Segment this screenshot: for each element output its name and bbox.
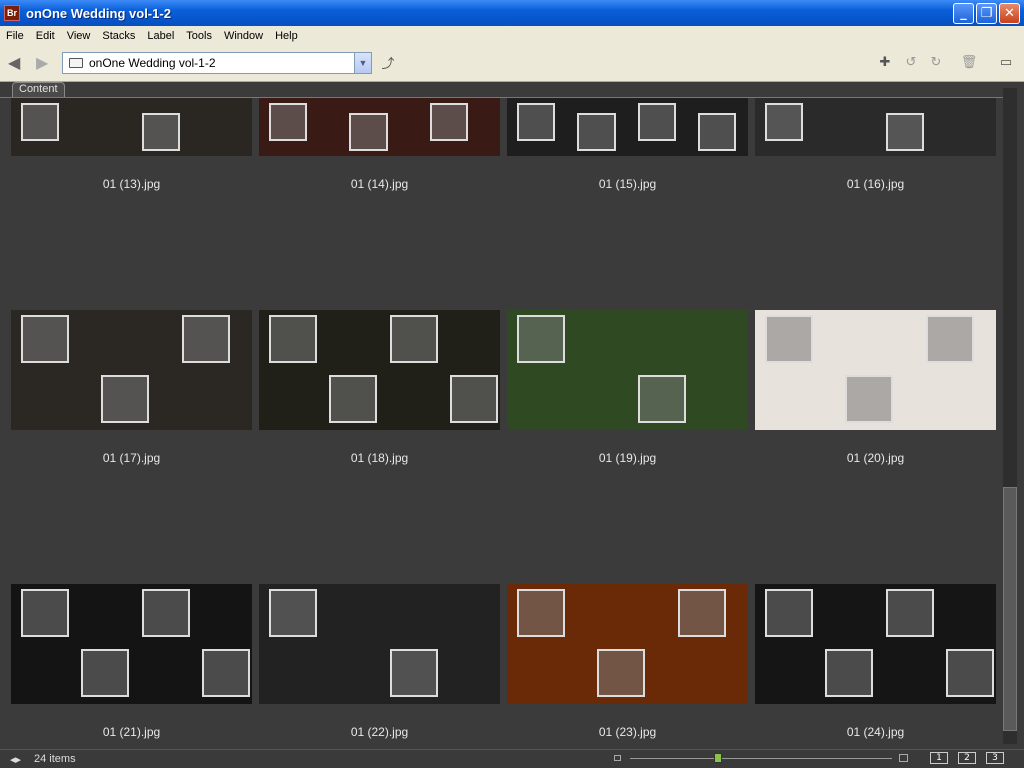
trash-icon[interactable]: 🗑	[960, 53, 978, 71]
photo-frame	[81, 649, 130, 697]
folder-icon	[69, 58, 83, 68]
photo-frame	[269, 315, 317, 363]
menu-view[interactable]: View	[61, 30, 97, 42]
thumbnail-image[interactable]	[259, 584, 500, 704]
compact-mode-icon[interactable]: ▭	[997, 53, 1015, 71]
item-count: 24 items	[34, 753, 76, 765]
thumbnail-caption: 01 (18).jpg	[350, 451, 409, 465]
menu-stacks[interactable]: Stacks	[96, 30, 141, 42]
small-thumb-icon[interactable]	[614, 755, 621, 761]
back-arrow-icon[interactable]: ◀	[8, 53, 20, 72]
photo-frame	[449, 375, 498, 423]
thumbnail-caption: 01 (14).jpg	[350, 177, 409, 191]
photo-frame	[349, 113, 388, 152]
photo-frame	[697, 113, 737, 152]
menu-edit[interactable]: Edit	[30, 30, 61, 42]
thumbnail-caption: 01 (17).jpg	[102, 451, 161, 465]
thumbnail-caption: 01 (24).jpg	[846, 725, 905, 739]
photo-frame	[637, 375, 686, 423]
thumbnail-caption: 01 (15).jpg	[598, 177, 657, 191]
chevron-down-icon[interactable]: ▼	[354, 53, 371, 73]
photo-frame	[517, 103, 556, 142]
menu-bar: File Edit View Stacks Label Tools Window…	[0, 26, 1024, 45]
thumbnail-image[interactable]	[507, 98, 748, 156]
go-up-folder-icon[interactable]: ⤴	[379, 53, 397, 72]
menu-tools[interactable]: Tools	[180, 30, 218, 42]
view-button-1[interactable]: 1	[930, 752, 948, 764]
thumbnail-image[interactable]	[11, 98, 252, 156]
photo-frame	[389, 649, 438, 697]
menu-file[interactable]: File	[0, 30, 30, 42]
photo-frame	[429, 103, 469, 142]
thumbnail-image[interactable]	[507, 310, 748, 430]
window-title: onOne Wedding vol-1-2	[26, 5, 171, 21]
menu-window[interactable]: Window	[218, 30, 269, 42]
thumbnail-caption: 01 (19).jpg	[598, 451, 657, 465]
photo-frame	[765, 589, 813, 637]
scrollbar-thumb[interactable]	[1003, 487, 1017, 731]
thumbnail-caption: 01 (22).jpg	[350, 725, 409, 739]
view-button-2[interactable]: 2	[958, 752, 976, 764]
photo-frame	[597, 649, 646, 697]
thumbnail-caption: 01 (13).jpg	[102, 177, 161, 191]
rotate-left-icon[interactable]: ↺	[902, 53, 920, 71]
photo-frame	[517, 589, 565, 637]
thumbnail-image[interactable]	[11, 584, 252, 704]
slider-knob[interactable]	[714, 753, 722, 763]
forward-arrow-icon[interactable]: ▶	[36, 53, 48, 72]
thumbnail-image[interactable]	[507, 584, 748, 704]
photo-frame	[885, 113, 924, 152]
photo-frame	[201, 649, 250, 697]
photo-frame	[21, 103, 60, 142]
nav-arrows-icon[interactable]: ◂▸	[10, 753, 21, 766]
photo-frame	[577, 113, 616, 152]
photo-frame	[329, 375, 378, 423]
thumbnail-caption: 01 (23).jpg	[598, 725, 657, 739]
photo-frame	[389, 315, 438, 363]
photo-frame	[637, 103, 676, 142]
thumbnail-caption: 01 (21).jpg	[102, 725, 161, 739]
rotate-right-icon[interactable]: ↻	[927, 53, 945, 71]
thumbnail-caption: 01 (20).jpg	[846, 451, 905, 465]
photo-frame	[765, 315, 813, 363]
photo-frame	[517, 315, 565, 363]
photo-frame	[141, 113, 180, 152]
photo-frame	[269, 103, 308, 142]
thumbnail-image[interactable]	[259, 98, 500, 156]
content-tab[interactable]: Content	[12, 82, 65, 98]
photo-frame	[21, 315, 69, 363]
photo-frame	[825, 649, 874, 697]
thumbnail-caption: 01 (16).jpg	[846, 177, 905, 191]
menu-label[interactable]: Label	[141, 30, 180, 42]
thumbnail-image[interactable]	[755, 584, 996, 704]
thumbnail-image[interactable]	[11, 310, 252, 430]
photo-frame	[181, 315, 230, 363]
path-value: onOne Wedding vol-1-2	[89, 56, 216, 70]
photo-frame	[845, 375, 894, 423]
thumbnail-image[interactable]	[755, 310, 996, 430]
restore-button[interactable]: ❐	[976, 3, 997, 24]
minimize-button[interactable]: _	[953, 3, 974, 24]
thumbnail-image[interactable]	[755, 98, 996, 156]
view-button-3[interactable]: 3	[986, 752, 1004, 764]
close-button[interactable]: ✕	[999, 3, 1020, 24]
photo-frame	[101, 375, 150, 423]
photo-frame	[677, 589, 726, 637]
thumbnail-image[interactable]	[259, 310, 500, 430]
photo-frame	[925, 315, 974, 363]
new-folder-icon[interactable]: ✚	[876, 53, 894, 71]
photo-frame	[21, 589, 69, 637]
bridge-app-icon: Br	[4, 5, 20, 21]
path-dropdown[interactable]: onOne Wedding vol-1-2 ▼	[62, 52, 372, 74]
menu-help[interactable]: Help	[269, 30, 304, 42]
large-thumb-icon[interactable]	[899, 754, 908, 762]
photo-frame	[945, 649, 994, 697]
photo-frame	[885, 589, 934, 637]
photo-frame	[765, 103, 804, 142]
thumbnail-size-slider[interactable]	[630, 758, 892, 759]
title-bar: Br onOne Wedding vol-1-2 _ ❐ ✕	[0, 0, 1024, 26]
photo-frame	[269, 589, 317, 637]
photo-frame	[141, 589, 190, 637]
